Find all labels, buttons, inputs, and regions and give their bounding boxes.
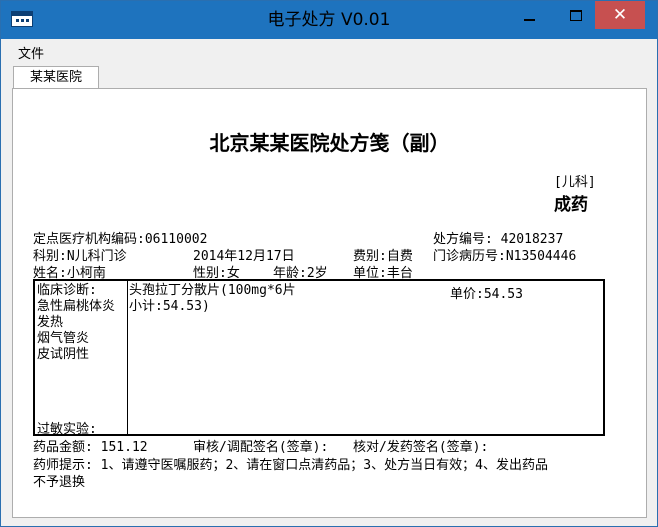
close-icon: ✕ bbox=[612, 5, 628, 25]
tab-hospital[interactable]: 某某医院 bbox=[13, 66, 99, 89]
window-title: 电子处方 V0.01 bbox=[267, 10, 391, 30]
department-tag: [儿科] bbox=[554, 175, 596, 190]
prescription-box: 临床诊断: 急性扁桃体炎 发热 烟气管炎 皮试阴性 过敏实验: 头孢拉丁分散片(… bbox=[33, 279, 605, 437]
prescription-title: 北京某某医院处方笺（副） bbox=[209, 131, 450, 155]
diagnosis-item: 烟气管炎 bbox=[37, 331, 90, 346]
tab-panel: 北京某某医院处方笺（副） [儿科] 成药 定点医疗机构编码:06110002 处… bbox=[12, 88, 647, 518]
app-window: 电子处方 V0.01 ✕ 文件 某某医院 北京某某医院处方笺（副） [儿科] 成… bbox=[0, 0, 658, 527]
minimize-icon bbox=[524, 19, 535, 21]
tab-strip: 某某医院 bbox=[1, 63, 657, 89]
pharmacist-note-continued: 不予退换 bbox=[33, 475, 86, 490]
diagnosis-item: 急性扁桃体炎 bbox=[37, 299, 116, 314]
menu-file[interactable]: 文件 bbox=[18, 43, 44, 62]
drug-unit-price: 单价:54.53 bbox=[450, 287, 523, 302]
title-bar[interactable]: 电子处方 V0.01 ✕ bbox=[1, 1, 657, 39]
prescription-type: 成药 bbox=[554, 195, 588, 215]
maximize-button[interactable] bbox=[560, 1, 592, 31]
close-button[interactable]: ✕ bbox=[595, 1, 645, 29]
clinic-record-number: 门诊病历号:N13504446 bbox=[433, 249, 577, 264]
drug-subtotal: 小计:54.53) bbox=[129, 299, 210, 314]
diagnosis-section: 临床诊断: 急性扁桃体炎 发热 烟气管炎 皮试阴性 bbox=[37, 283, 115, 363]
review-signature: 审核/调配签名(签章): bbox=[193, 440, 329, 455]
diagnosis-item: 发热 bbox=[37, 315, 64, 330]
maximize-icon bbox=[570, 10, 582, 21]
drug-line: 头孢拉丁分散片(100mg*6片 bbox=[129, 283, 296, 298]
prescription-document: 北京某某医院处方笺（副） [儿科] 成药 定点医疗机构编码:06110002 处… bbox=[13, 89, 646, 517]
box-divider bbox=[127, 281, 128, 434]
total-amount: 药品金额: 151.12 bbox=[33, 440, 148, 455]
allergy-label: 过敏实验: bbox=[37, 422, 97, 437]
dispense-signature: 核对/发药签名(签章): bbox=[353, 440, 489, 455]
diagnosis-item: 皮试阴性 bbox=[37, 347, 90, 362]
minimize-button[interactable] bbox=[514, 1, 546, 31]
pharmacist-note: 药师提示: 1、请遵守医嘱服药；2、请在窗口点清药品；3、处方当日有效；4、发出… bbox=[33, 458, 548, 473]
menu-bar: 文件 bbox=[1, 39, 657, 63]
drug-section: 头孢拉丁分散片(100mg*6片 小计:54.53) bbox=[129, 283, 296, 315]
diagnosis-label: 临床诊断: bbox=[37, 283, 97, 298]
